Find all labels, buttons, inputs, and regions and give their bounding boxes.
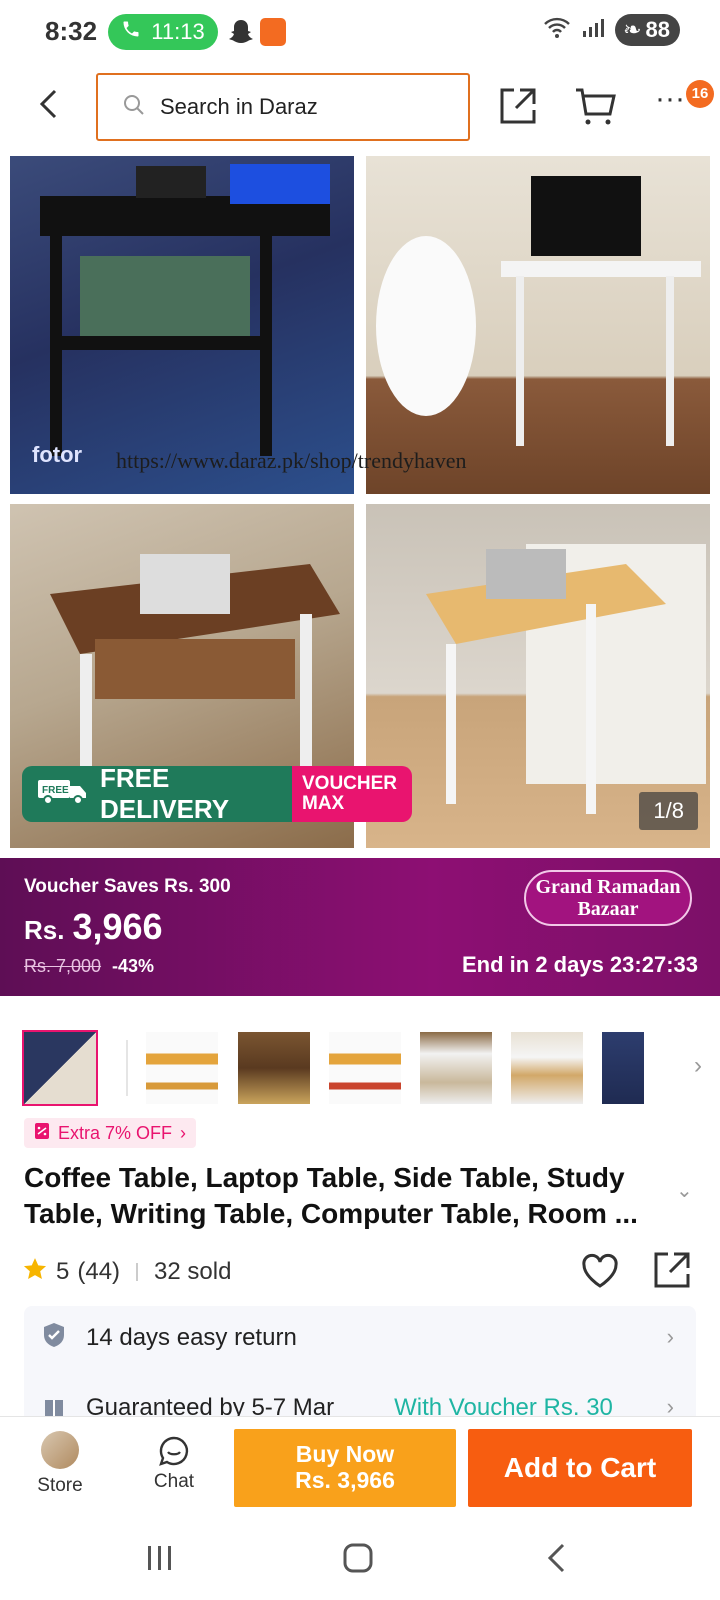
system-navigation-bar xyxy=(0,1520,720,1600)
watermark-url: https://www.daraz.pk/shop/trendyhaven xyxy=(116,448,467,473)
extra-discount-tag[interactable]: Extra 7% OFF › xyxy=(24,1118,197,1148)
product-photo-white-desk xyxy=(366,156,710,494)
rating-value: 5 xyxy=(56,1258,70,1285)
free-delivery-banner: FREE FREE DELIVERY xyxy=(22,763,292,824)
coupon-icon xyxy=(34,1122,50,1145)
campaign-countdown: End in 2 days 23:27:33 xyxy=(462,952,698,977)
chat-bubble-icon xyxy=(146,1431,202,1471)
current-price: Rs. 3,966 xyxy=(24,906,163,948)
thumbnail-strip: › xyxy=(22,1030,702,1106)
campaign-badge[interactable]: Grand Ramadan Bazaar xyxy=(524,870,692,926)
cart-icon xyxy=(574,88,618,132)
back-arrow-icon xyxy=(37,88,59,125)
free-delivery-label: FREE DELIVERY xyxy=(100,763,230,824)
watermark-brand: fotor xyxy=(32,442,83,467)
app-notification-icon xyxy=(260,18,286,46)
shield-check-icon xyxy=(42,1322,66,1355)
voucher-saves-text: Voucher Saves Rs. 300 xyxy=(24,876,231,897)
thumbnail-divider xyxy=(126,1040,128,1096)
status-bar: 8:32 11:13 ❧ 88 xyxy=(0,0,720,64)
buy-now-label: Buy Now xyxy=(295,1441,395,1467)
product-title: Coffee Table, Laptop Table, Side Table, … xyxy=(24,1162,638,1229)
system-back-button[interactable] xyxy=(536,1542,576,1578)
discount-percent: -43% xyxy=(112,956,155,976)
recents-icon xyxy=(145,1544,175,1577)
product-image-carousel[interactable]: fotor https://www.daraz.pk/shop/trendyha… xyxy=(10,156,710,848)
product-share-button[interactable] xyxy=(652,1250,692,1290)
buy-now-price: Rs. 3,966 xyxy=(295,1467,395,1493)
snapchat-icon xyxy=(228,18,254,46)
campaign-line-2: Bazaar xyxy=(577,898,639,920)
voucher-line-1: VOUCHER xyxy=(302,773,398,794)
chevron-right-icon: › xyxy=(666,1324,674,1349)
thumbnail-1[interactable] xyxy=(22,1030,98,1106)
price-amount: 3,966 xyxy=(72,906,163,947)
battery-level: 88 xyxy=(645,17,670,42)
store-button[interactable]: Store xyxy=(32,1431,88,1497)
battery-indicator: ❧ 88 xyxy=(615,14,680,46)
signal-icon xyxy=(581,17,605,44)
heart-icon xyxy=(580,1253,620,1294)
thumbnail-2[interactable] xyxy=(146,1032,218,1104)
star-icon xyxy=(22,1256,48,1289)
thumbnail-7[interactable] xyxy=(602,1032,644,1104)
thumbnail-6[interactable] xyxy=(511,1032,583,1104)
thumbnail-3[interactable] xyxy=(238,1032,310,1104)
service-info-panel: 14 days easy return › Guaranteed by 5-7 … xyxy=(24,1306,696,1424)
more-menu-button[interactable]: ··· xyxy=(650,84,690,128)
call-timer: 11:13 xyxy=(151,19,205,44)
image-counter: 1/8 xyxy=(639,792,698,830)
search-icon xyxy=(122,93,146,122)
delivery-truck-icon: FREE xyxy=(36,776,90,813)
campaign-price-band: Voucher Saves Rs. 300 Rs. 3,966 Rs. 7,000… xyxy=(0,858,720,996)
status-right: ❧ 88 xyxy=(543,14,680,46)
phone-icon xyxy=(121,19,141,45)
back-button[interactable] xyxy=(28,86,68,126)
call-indicator[interactable]: 11:13 xyxy=(108,14,218,50)
search-placeholder: Search in Daraz xyxy=(160,94,318,119)
thumbnail-5[interactable] xyxy=(420,1032,492,1104)
thumbnail-next-chevron-icon[interactable]: › xyxy=(694,1052,702,1080)
store-avatar-icon xyxy=(41,1431,79,1469)
top-navigation: Search in Daraz ··· xyxy=(0,70,720,146)
price-currency: Rs. xyxy=(24,915,65,945)
recent-apps-button[interactable] xyxy=(140,1542,180,1578)
search-input[interactable]: Search in Daraz xyxy=(96,73,470,141)
more-dots-icon: ··· xyxy=(655,82,685,115)
home-button[interactable] xyxy=(338,1542,378,1578)
chat-label: Chat xyxy=(153,1471,195,1492)
battery-leaf-icon: ❧ xyxy=(623,17,642,42)
bottom-action-bar: Store Chat Buy Now Rs. 3,966 Add to Cart xyxy=(0,1416,720,1516)
cart-button[interactable] xyxy=(574,84,618,128)
add-to-cart-button[interactable]: Add to Cart xyxy=(468,1429,692,1507)
campaign-line-1: Grand Ramadan xyxy=(535,876,681,898)
sold-count: 32 sold xyxy=(154,1258,232,1285)
back-chevron-icon xyxy=(545,1542,567,1579)
product-photo-black-desk: fotor xyxy=(10,156,354,494)
wishlist-button[interactable] xyxy=(580,1252,620,1292)
chevron-right-icon: › xyxy=(180,1122,187,1143)
original-price: Rs. 7,000 xyxy=(24,956,102,976)
expand-title-chevron-icon[interactable]: ⌄ xyxy=(676,1178,693,1203)
thumbnail-4[interactable] xyxy=(329,1032,401,1104)
easy-return-label: 14 days easy return xyxy=(86,1324,297,1351)
store-label: Store xyxy=(37,1475,83,1496)
easy-return-row[interactable]: 14 days easy return xyxy=(42,1318,297,1358)
free-tag: FREE xyxy=(42,785,69,796)
rating-row[interactable]: 5 (44) 32 sold xyxy=(22,1252,231,1292)
buy-now-button[interactable]: Buy Now Rs. 3,966 xyxy=(234,1429,456,1507)
extra-discount-label: Extra 7% OFF xyxy=(58,1122,173,1143)
share-icon xyxy=(652,1252,692,1294)
voucher-line-2: MAX xyxy=(302,793,345,814)
home-icon xyxy=(342,1542,374,1579)
status-time: 8:32 xyxy=(45,16,98,46)
chat-button[interactable]: Chat xyxy=(146,1431,202,1493)
review-count: (44) xyxy=(77,1258,121,1285)
cart-count-badge: 16 xyxy=(686,80,714,108)
wifi-icon xyxy=(543,17,571,44)
rating-divider xyxy=(136,1263,139,1281)
share-button[interactable] xyxy=(496,84,540,128)
share-icon xyxy=(496,88,540,132)
voucher-max-banner: VOUCHER MAX xyxy=(292,766,412,822)
